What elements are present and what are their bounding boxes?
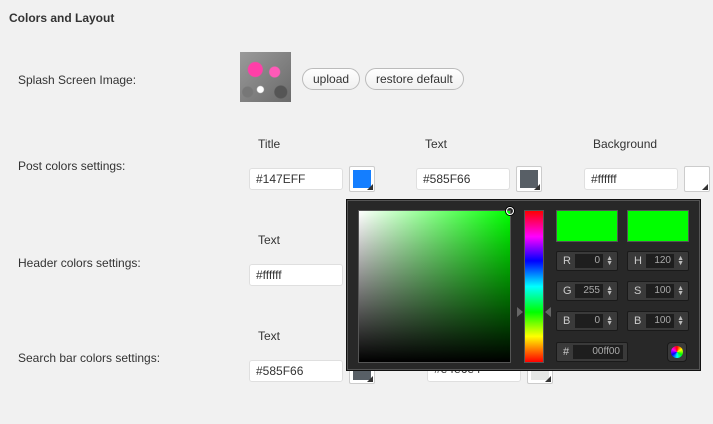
swatch-corner-icon <box>702 184 708 190</box>
blue-value[interactable]: 0 <box>575 314 603 328</box>
post-title-color-input[interactable]: #147EFF <box>249 168 343 190</box>
green-label: G <box>563 285 572 297</box>
swatch-corner-icon <box>534 184 540 190</box>
splash-image-thumbnail <box>240 52 291 102</box>
hex-label: # <box>563 346 570 358</box>
section-title: Colors and Layout <box>9 11 115 25</box>
saturation-brightness-area[interactable] <box>358 207 514 363</box>
swatch-corner-icon <box>367 184 373 190</box>
header-text-color-input[interactable]: #ffffff <box>249 264 343 286</box>
post-title-col-label: Title <box>258 137 281 151</box>
hex-field[interactable]: # 00ff00 <box>556 342 628 362</box>
hue-field[interactable]: H 120 ▲ ▼ <box>627 251 689 271</box>
color-picker-popup: R 0 ▲ ▼ H 120 ▲ ▼ G 255 ▲ ▼ S 100 ▲ ▼ B 0 ▲ ▼… <box>346 199 701 371</box>
blue-field[interactable]: B 0 ▲ ▼ <box>556 311 618 331</box>
red-label: R <box>563 255 571 267</box>
saturation-field[interactable]: S 100 ▲ ▼ <box>627 281 689 301</box>
saturation-cursor[interactable] <box>506 207 514 215</box>
green-value[interactable]: 255 <box>575 284 603 298</box>
post-background-color-swatch[interactable] <box>684 166 710 192</box>
brightness-label: B <box>634 315 642 327</box>
search-text-color-input[interactable]: #585F66 <box>249 360 343 382</box>
hue-slider[interactable] <box>524 210 544 363</box>
green-field[interactable]: G 255 ▲ ▼ <box>556 281 618 301</box>
saturation-value[interactable]: 100 <box>646 284 674 298</box>
post-background-col-label: Background <box>593 137 658 151</box>
spinner-icon[interactable]: ▲ ▼ <box>677 285 684 297</box>
brightness-field[interactable]: B 100 ▲ ▼ <box>627 311 689 331</box>
saturation-label: S <box>634 285 642 297</box>
spinner-icon[interactable]: ▲ ▼ <box>606 285 613 297</box>
hue-value[interactable]: 120 <box>646 254 674 268</box>
original-color-preview[interactable] <box>627 210 689 242</box>
post-title-color-swatch[interactable] <box>349 166 375 192</box>
header-text-col-label: Text <box>258 233 281 247</box>
post-text-col-label: Text <box>425 137 448 151</box>
swatch-corner-icon <box>545 376 551 382</box>
red-value[interactable]: 0 <box>575 254 603 268</box>
post-text-color-input[interactable]: #585F66 <box>416 168 510 190</box>
hue-slider-left-arrow-icon[interactable] <box>517 307 523 317</box>
search-colors-label: Search bar colors settings: <box>18 351 161 365</box>
color-wheel-button[interactable] <box>667 342 687 362</box>
spinner-icon[interactable]: ▲ ▼ <box>677 315 684 327</box>
red-field[interactable]: R 0 ▲ ▼ <box>556 251 618 271</box>
spinner-icon[interactable]: ▲ ▼ <box>606 315 613 327</box>
splash-screen-label: Splash Screen Image: <box>18 73 137 87</box>
new-color-preview <box>556 210 618 242</box>
color-wheel-icon <box>671 346 683 358</box>
spinner-icon[interactable]: ▲ ▼ <box>606 255 613 267</box>
search-text-col-label: Text <box>258 329 281 343</box>
hue-slider-right-arrow-icon[interactable] <box>545 307 551 317</box>
upload-button[interactable]: upload <box>302 68 361 90</box>
header-colors-label: Header colors settings: <box>18 256 141 270</box>
post-text-color-swatch[interactable] <box>516 166 542 192</box>
blue-label: B <box>563 315 571 327</box>
swatch-corner-icon <box>367 376 373 382</box>
post-colors-label: Post colors settings: <box>18 159 126 173</box>
hex-value[interactable]: 00ff00 <box>573 345 623 359</box>
restore-default-button[interactable]: restore default <box>365 68 464 90</box>
spinner-icon[interactable]: ▲ ▼ <box>677 255 684 267</box>
hue-label: H <box>634 255 642 267</box>
post-background-color-input[interactable]: #ffffff <box>584 168 678 190</box>
brightness-value[interactable]: 100 <box>646 314 674 328</box>
